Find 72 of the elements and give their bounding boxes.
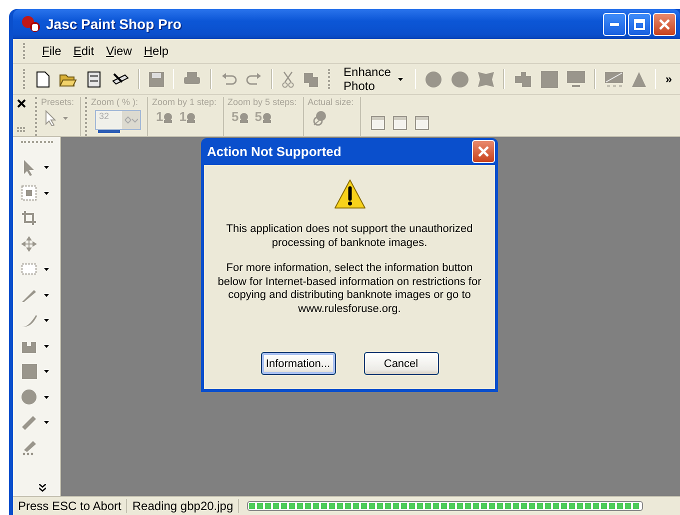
dialog-message: This application does not support the unauthorized processing of banknote images. xyxy=(225,223,474,250)
expand-icon[interactable] xyxy=(39,484,46,492)
caret-icon[interactable] xyxy=(44,396,49,399)
grip-icon xyxy=(17,127,25,132)
menu-item[interactable]: File xyxy=(36,42,68,60)
caret-icon[interactable] xyxy=(44,192,49,195)
enhance-photo-dropdown[interactable]: Enhance Photo xyxy=(340,63,406,95)
undo-icon[interactable] xyxy=(220,72,237,86)
close-icon xyxy=(659,18,670,30)
printer-icon[interactable] xyxy=(183,71,202,87)
circle-tool-icon[interactable] xyxy=(21,388,38,406)
caret-icon[interactable] xyxy=(44,294,49,297)
caret-icon[interactable] xyxy=(44,421,49,424)
move-tool-icon[interactable] xyxy=(21,236,38,253)
square-tool-icon[interactable] xyxy=(21,363,38,380)
minimize-button[interactable] xyxy=(603,12,626,36)
window-title: Jasc Paint Shop Pro xyxy=(46,16,182,32)
dialog-title: Action Not Supported xyxy=(207,144,342,159)
option-label: Presets: xyxy=(41,97,74,107)
app-logo-icon xyxy=(21,15,41,33)
gradient-tool-icon[interactable] xyxy=(604,72,623,86)
maximize-button[interactable] xyxy=(628,12,651,36)
close-icon[interactable] xyxy=(17,99,26,108)
option-label: Actual size: xyxy=(308,97,354,107)
status-text: Press ESC to Abort xyxy=(13,499,128,513)
square-tool-icon[interactable] xyxy=(541,70,558,88)
option-label: Zoom by 1 step: xyxy=(152,97,217,107)
option-label: Zoom by 5 steps: xyxy=(228,97,297,107)
brush-tool-icon[interactable] xyxy=(21,312,38,330)
crop-tool-icon[interactable] xyxy=(21,210,38,228)
dialog-button[interactable]: Information... xyxy=(260,352,336,375)
new-file-icon[interactable] xyxy=(36,70,50,88)
restore-window-icon[interactable] xyxy=(370,116,385,130)
circle-tool-icon[interactable] xyxy=(425,70,442,88)
file-cabinet-icon[interactable] xyxy=(86,70,102,88)
status-file: Reading gbp20.jpg xyxy=(127,499,240,513)
resize-window-icon[interactable] xyxy=(392,116,407,130)
eraser-tool-icon[interactable] xyxy=(21,414,38,432)
pointer-icon[interactable] xyxy=(45,110,57,126)
caret-icon[interactable] xyxy=(44,166,49,170)
caret-icon[interactable] xyxy=(44,268,49,272)
caret-icon[interactable] xyxy=(44,370,49,374)
copy-icon[interactable] xyxy=(302,72,319,86)
option-label: Zoom ( % ): xyxy=(91,97,140,107)
actual-size-icon[interactable] xyxy=(312,110,328,126)
triangle-tool-icon[interactable] xyxy=(632,72,646,86)
caret-icon[interactable] xyxy=(44,319,49,322)
close-button[interactable] xyxy=(472,140,495,163)
close-icon xyxy=(478,146,489,157)
menu-item[interactable]: Help xyxy=(138,42,175,60)
monitor-tool-icon[interactable] xyxy=(567,70,586,88)
menu-item[interactable]: Edit xyxy=(67,42,100,60)
dialog-message: For more information, select the information button below for Internet-based information on restrictions for copying and distributing banknote images or go to www.rulesforuse.org. xyxy=(217,262,482,316)
minimize-icon xyxy=(610,22,619,26)
zoom-level-bar xyxy=(98,130,120,133)
menu-item[interactable]: View xyxy=(100,42,138,60)
deform-tool-icon[interactable] xyxy=(21,184,38,202)
frame-tool-icon[interactable] xyxy=(478,72,494,86)
toolbar-overflow-button[interactable]: » xyxy=(665,72,672,86)
caret-icon[interactable] xyxy=(398,78,403,80)
dialog-button[interactable]: Cancel xyxy=(364,352,438,375)
window-icon[interactable] xyxy=(414,116,429,130)
scissors-icon[interactable] xyxy=(282,70,294,88)
maximize-icon xyxy=(634,18,645,30)
spin-icon xyxy=(124,116,138,124)
caret-icon[interactable] xyxy=(44,344,49,348)
ellipse-tool-icon[interactable] xyxy=(451,70,470,88)
save-icon[interactable] xyxy=(148,72,164,86)
paint-tool-icon[interactable] xyxy=(21,440,38,457)
close-button[interactable] xyxy=(653,12,676,36)
warning-icon xyxy=(334,179,366,209)
redo-icon[interactable] xyxy=(246,72,262,86)
